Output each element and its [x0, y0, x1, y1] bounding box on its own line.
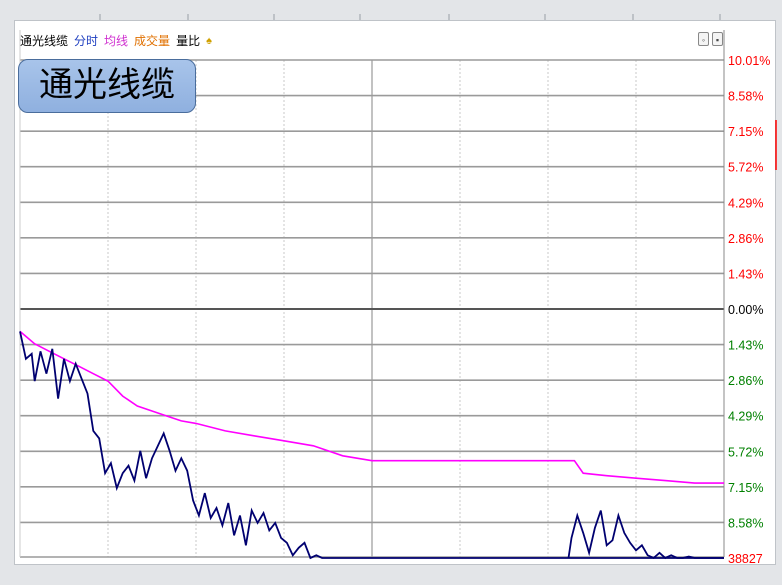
y-tick-label: 1.43% — [728, 339, 763, 353]
y-tick-label: 5.72% — [728, 445, 763, 459]
y-tick-label: 0.00% — [728, 303, 763, 317]
y-tick-label: 7.15% — [728, 481, 763, 495]
stock-title-badge: 通光线缆 — [18, 59, 196, 113]
y-tick-label: 2.86% — [728, 374, 763, 388]
y-tick-label: 5.72% — [728, 161, 763, 175]
y-tick-label: 2.86% — [728, 232, 763, 246]
y-tick-label: 8.58% — [728, 90, 763, 104]
y-tick-label: 10.01% — [728, 54, 770, 68]
bottom-right-value: 38827 — [728, 552, 763, 566]
y-tick-label: 4.29% — [728, 410, 763, 424]
y-tick-label: 8.58% — [728, 516, 763, 530]
price-line-rebound — [567, 510, 724, 560]
y-tick-label: 7.15% — [728, 125, 763, 139]
y-tick-label: 4.29% — [728, 196, 763, 210]
y-tick-label: 1.43% — [728, 267, 763, 281]
